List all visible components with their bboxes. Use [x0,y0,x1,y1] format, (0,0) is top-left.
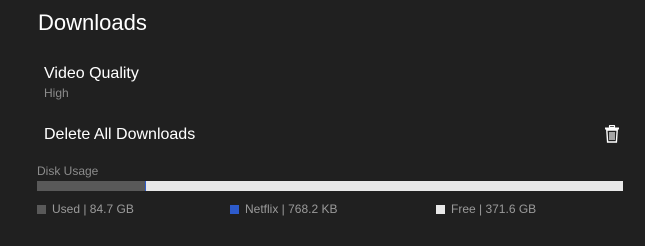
video-quality-setting[interactable]: Video Quality High [44,64,139,101]
legend-item-netflix: Netflix | 768.2 KB [230,201,338,217]
delete-all-downloads-row[interactable]: Delete All Downloads [44,125,624,147]
legend-item-free: Free | 371.6 GB [436,201,536,217]
legend-label-used: Used | 84.7 GB [52,202,134,216]
legend-item-used: Used | 84.7 GB [37,201,134,217]
video-quality-value: High [44,86,69,100]
legend-swatch-netflix [230,204,239,214]
trash-icon[interactable] [604,125,620,143]
legend-swatch-free [436,204,445,214]
delete-all-downloads-label: Delete All Downloads [44,126,196,143]
disk-usage-bar [37,181,623,191]
legend-label-netflix: Netflix | 768.2 KB [245,202,338,216]
disk-usage-free-segment [146,181,623,191]
disk-usage-used-segment [37,181,146,191]
disk-usage-label: Disk Usage [37,164,99,178]
disk-usage-legend: Used | 84.7 GB Netflix | 768.2 KB Free |… [0,201,645,217]
page-title: Downloads [38,10,147,35]
legend-swatch-used [37,204,46,214]
video-quality-label: Video Quality [44,65,139,82]
legend-label-free: Free | 371.6 GB [451,202,537,216]
